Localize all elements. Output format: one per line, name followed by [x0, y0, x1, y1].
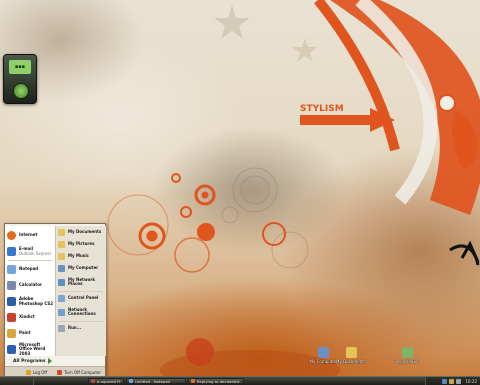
media-gadget[interactable]: ▪▪▪	[3, 54, 37, 104]
place-my-network[interactable]: My Network Places	[58, 275, 105, 289]
desktop-icon-label: My Documents	[336, 359, 366, 364]
gadget-button[interactable]	[13, 83, 29, 99]
item-title: Calculator	[19, 282, 42, 288]
computer-icon	[58, 265, 65, 272]
browser-icon	[7, 231, 16, 240]
taskbar-item-esquared[interactable]: e-squared Free 2.5	[88, 378, 124, 384]
item-title: Adobe Photoshop CS2	[19, 296, 54, 306]
documents-icon	[58, 229, 65, 236]
item-title: Notepad	[19, 266, 39, 272]
taskbar-item-notepad[interactable]: Untitled - Notepad	[126, 378, 186, 384]
tray-icon[interactable]	[442, 378, 448, 384]
photoshop-icon	[7, 297, 16, 306]
notepad-icon	[7, 265, 16, 274]
documents-icon	[345, 347, 357, 358]
paint-icon	[7, 329, 16, 338]
start-item-email[interactable]: E-mail Outlook Express	[7, 244, 54, 259]
mail-icon	[7, 247, 16, 256]
start-menu-programs: Internet E-mail Outlook Express Notepad C…	[5, 226, 55, 356]
place-my-documents[interactable]: My Documents	[58, 227, 105, 238]
all-programs-label: All Programs	[13, 358, 46, 364]
volume-icon[interactable]	[456, 378, 462, 384]
separator	[59, 321, 103, 322]
start-button[interactable]	[1, 377, 34, 385]
all-programs-button[interactable]: All Programs	[13, 358, 52, 364]
place-network-connections[interactable]: Network Connections	[58, 305, 105, 319]
log-off-button[interactable]: Log Off	[25, 369, 48, 375]
recycle-bin-icon	[401, 347, 413, 358]
taskbar-item-browser[interactable]: Replying to deviantArt...	[188, 378, 244, 384]
dictionary-icon	[7, 313, 16, 322]
item-title: Microsoft Office Word 2003	[19, 341, 46, 356]
place-label: Control Panel	[68, 295, 99, 301]
word-icon	[7, 345, 16, 354]
place-my-computer[interactable]: My Computer	[58, 263, 105, 274]
start-item-calculator[interactable]: Calculator	[7, 278, 54, 293]
desktop-icon-my-computer[interactable]: My Computer	[308, 347, 338, 364]
arrow-right-icon	[47, 358, 52, 364]
music-icon	[58, 253, 65, 260]
desktop-icon-my-documents[interactable]: My Documents	[336, 347, 366, 364]
place-control-panel[interactable]: Control Panel	[58, 293, 105, 304]
control-panel-icon	[58, 295, 65, 302]
taskbar-item-label: Replying to deviantArt...	[197, 378, 241, 384]
desktop-icon-recycle-bin[interactable]: Recycle Bin	[392, 347, 422, 364]
computer-icon	[317, 347, 329, 358]
item-title: Internet	[19, 232, 38, 238]
power-icon	[57, 369, 63, 375]
run-icon	[58, 325, 65, 332]
place-label: My Computer	[68, 265, 99, 271]
desktop-icon-label: My Computer	[309, 359, 337, 364]
start-item-notepad[interactable]: Notepad	[7, 262, 54, 277]
start-menu: Internet E-mail Outlook Express Notepad C…	[4, 223, 106, 378]
place-label: My Documents	[68, 229, 102, 235]
place-label: Run...	[68, 325, 82, 331]
log-off-label: Log Off	[32, 369, 48, 375]
place-my-music[interactable]: My Music	[58, 251, 105, 262]
item-title: Xindict	[19, 314, 35, 320]
tray-icon[interactable]	[449, 378, 455, 384]
start-item-paint[interactable]: Paint	[7, 326, 54, 341]
clock[interactable]: 16:22	[465, 379, 477, 384]
item-title: Paint	[19, 330, 31, 336]
separator	[59, 291, 103, 292]
place-label: My Music	[68, 253, 89, 259]
log-off-icon	[25, 369, 31, 375]
wallpaper-text: STYLISM	[300, 104, 344, 114]
network-icon	[58, 278, 65, 286]
start-item-xindict[interactable]: Xindict	[7, 310, 54, 325]
desktop-icon-label: Recycle Bin	[395, 359, 419, 364]
browser-icon	[191, 379, 195, 383]
item-subtitle: Outlook Express	[19, 250, 52, 256]
start-menu-places: My Documents My Pictures My Music My Com…	[55, 226, 106, 356]
taskbar-item-label: Untitled - Notepad	[135, 378, 170, 384]
desktop: STYLISM ▪▪▪ My Computer My Documents Rec…	[0, 0, 480, 384]
place-label: My Network Places	[68, 276, 96, 286]
place-label: Network Connections	[68, 306, 96, 316]
start-item-photoshop[interactable]: Adobe Photoshop CS2	[7, 294, 54, 309]
connections-icon	[58, 308, 65, 316]
start-item-internet[interactable]: Internet	[7, 228, 54, 243]
start-item-word[interactable]: Microsoft Office Word 2003	[7, 342, 54, 357]
calculator-icon	[7, 281, 16, 290]
turn-off-label: Turn Off Computer	[64, 369, 101, 375]
place-my-pictures[interactable]: My Pictures	[58, 239, 105, 250]
pictures-icon	[58, 241, 65, 248]
separator	[8, 260, 52, 261]
notepad-icon	[129, 379, 133, 383]
app-icon	[91, 379, 95, 383]
place-label: My Pictures	[68, 241, 95, 247]
place-run[interactable]: Run...	[58, 323, 105, 334]
gadget-screen: ▪▪▪	[9, 60, 31, 74]
taskbar-item-label: e-squared Free 2.5	[97, 378, 121, 384]
turn-off-button[interactable]: Turn Off Computer	[57, 369, 101, 375]
